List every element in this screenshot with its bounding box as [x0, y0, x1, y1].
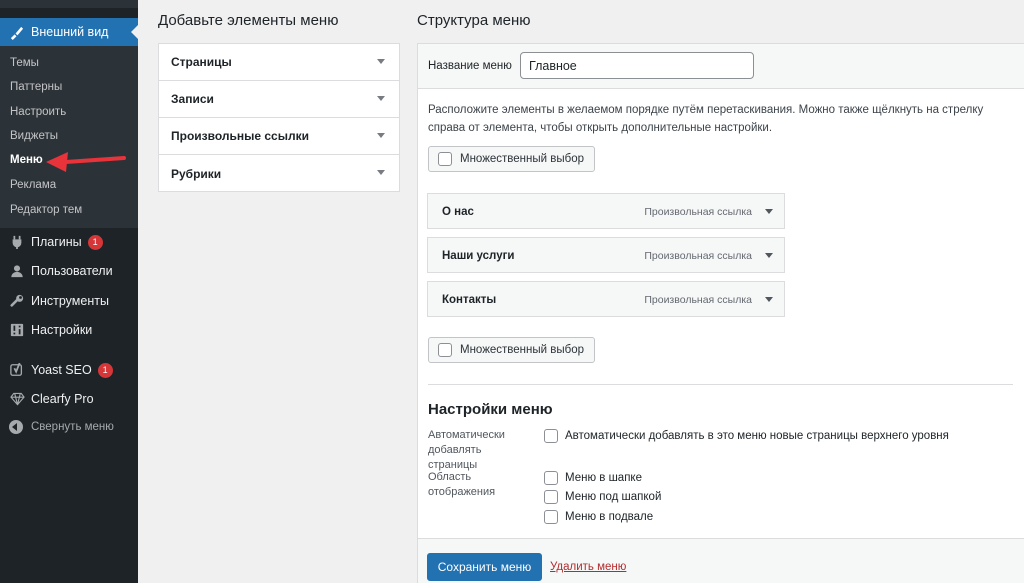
triangle-down-icon [377, 59, 385, 64]
add-items-heading: Добавьте элементы меню [158, 12, 339, 29]
location-footer[interactable]: Меню в подвале [544, 510, 653, 524]
accordion-posts[interactable]: Записи [159, 81, 399, 118]
sidebar-item-label: Плагины [31, 235, 82, 249]
bulk-select-checkbox[interactable] [438, 343, 452, 357]
location-checkbox[interactable] [544, 490, 558, 504]
location-label: Меню в подвале [565, 511, 654, 523]
sidebar-item-users[interactable]: Пользователи [9, 261, 113, 281]
menu-name-label: Название меню [428, 60, 512, 72]
bulk-select-label: Множественный выбор [460, 153, 585, 165]
location-checkbox[interactable] [544, 471, 558, 485]
save-menu-button[interactable]: Сохранить меню [427, 553, 542, 581]
submenu-item-menus[interactable]: Меню [10, 154, 43, 166]
menu-structure-panel: Название меню Расположите элементы в жел… [417, 43, 1024, 583]
admin-sidebar: Внешний вид Темы Паттерны Настроить Видж… [0, 0, 138, 583]
menu-item-contacts[interactable]: Контакты Произвольная ссылка [427, 281, 785, 317]
location-below-header[interactable]: Меню под шапкой [544, 490, 661, 504]
triangle-down-icon[interactable] [765, 209, 773, 214]
diamond-icon [9, 391, 25, 407]
users-icon [9, 263, 25, 279]
accordion-label: Записи [171, 92, 214, 106]
bulk-select-top[interactable]: Множественный выбор [428, 146, 595, 172]
sidebar-item-settings[interactable]: Настройки [9, 320, 92, 340]
locations-label: Область отображения [428, 471, 496, 498]
accordion-pages[interactable]: Страницы [159, 44, 399, 81]
menu-item-title: О нас [442, 206, 474, 218]
section-divider [428, 384, 1013, 385]
menu-settings-title: Настройки меню [428, 401, 553, 418]
collapse-label: Свернуть меню [31, 421, 114, 433]
delete-menu-link[interactable]: Удалить меню [550, 561, 626, 573]
sidebar-item-label: Yoast SEO [31, 363, 92, 377]
bulk-select-label: Множественный выбор [460, 344, 585, 356]
sidebar-item-tools[interactable]: Инструменты [9, 291, 109, 311]
menu-item-title: Наши услуги [442, 250, 515, 262]
menu-item-type: Произвольная ссылка [644, 250, 752, 262]
menu-item-about[interactable]: О нас Произвольная ссылка [427, 193, 785, 229]
bulk-select-bottom[interactable]: Множественный выбор [428, 337, 595, 363]
submenu-item-customize[interactable]: Настроить [10, 106, 66, 118]
current-pointer [131, 25, 138, 39]
annotation-arrow-icon [46, 152, 126, 172]
auto-add-label: Автоматически добавлять страницы [428, 429, 505, 471]
sidebar-item-label: Clearfy Pro [31, 392, 94, 406]
accordion-label: Страницы [171, 55, 232, 69]
triangle-down-icon[interactable] [765, 253, 773, 258]
accordion-label: Произвольные ссылки [171, 129, 309, 143]
location-label: Меню под шапкой [565, 491, 662, 503]
menu-structure-heading: Структура меню [417, 12, 531, 29]
menu-name-row: Название меню [418, 44, 1024, 89]
sidebar-item-appearance[interactable]: Внешний вид [0, 18, 138, 46]
plugin-icon [9, 234, 25, 250]
sidebar-top-item[interactable] [0, 0, 138, 8]
sidebar-item-label: Инструменты [31, 294, 109, 308]
accordion-label: Рубрики [171, 166, 222, 181]
submenu-item-ads[interactable]: Реклама [10, 179, 56, 191]
collapse-menu-button[interactable]: Свернуть меню [9, 420, 114, 434]
sidebar-item-label: Настройки [31, 323, 93, 337]
yoast-icon [9, 362, 25, 378]
menu-item-title: Контакты [442, 294, 497, 306]
appearance-submenu: Темы Паттерны Настроить Виджеты Меню Рек… [0, 46, 138, 228]
update-badge: 1 [87, 234, 103, 250]
auto-add-option-label: Автоматически добавлять в это меню новые… [565, 430, 949, 442]
location-label: Меню в шапке [565, 472, 642, 484]
sidebar-item-label: Пользователи [31, 264, 113, 278]
location-checkbox[interactable] [544, 510, 558, 524]
accordion-categories[interactable]: Рубрики [159, 155, 399, 192]
menu-item-services[interactable]: Наши услуги Произвольная ссылка [427, 237, 785, 273]
triangle-down-icon[interactable] [765, 297, 773, 302]
auto-add-option[interactable]: Автоматически добавлять в это меню новые… [544, 429, 949, 443]
location-header[interactable]: Меню в шапке [544, 471, 642, 485]
settings-icon [9, 322, 25, 338]
collapse-icon [9, 420, 23, 434]
drag-instructions: Расположите элементы в желаемом порядке … [428, 104, 984, 134]
sidebar-item-clearfy[interactable]: Clearfy Pro [9, 389, 94, 409]
brush-icon [9, 25, 24, 40]
notification-badge: 1 [97, 362, 113, 378]
menu-name-input[interactable] [520, 52, 754, 79]
submenu-item-patterns[interactable]: Паттерны [10, 81, 62, 93]
triangle-down-icon [377, 133, 385, 138]
submenu-item-theme-editor[interactable]: Редактор тем [10, 204, 82, 216]
wrench-icon [9, 293, 25, 309]
sidebar-item-plugins[interactable]: Плагины 1 [9, 232, 103, 252]
submenu-item-themes[interactable]: Темы [10, 57, 39, 69]
sidebar-item-label: Внешний вид [31, 25, 109, 39]
menu-item-type: Произвольная ссылка [644, 206, 752, 218]
menu-actions-row: Сохранить меню Удалить меню [418, 538, 1024, 583]
menu-item-type: Произвольная ссылка [644, 294, 752, 306]
triangle-down-icon [377, 170, 385, 175]
add-items-accordion: Страницы Записи Произвольные ссылки Рубр… [158, 43, 400, 192]
sidebar-item-yoast[interactable]: Yoast SEO 1 [9, 360, 113, 380]
triangle-down-icon [377, 96, 385, 101]
auto-add-checkbox[interactable] [544, 429, 558, 443]
bulk-select-checkbox[interactable] [438, 152, 452, 166]
accordion-custom-links[interactable]: Произвольные ссылки [159, 118, 399, 155]
submenu-item-widgets[interactable]: Виджеты [10, 130, 58, 142]
